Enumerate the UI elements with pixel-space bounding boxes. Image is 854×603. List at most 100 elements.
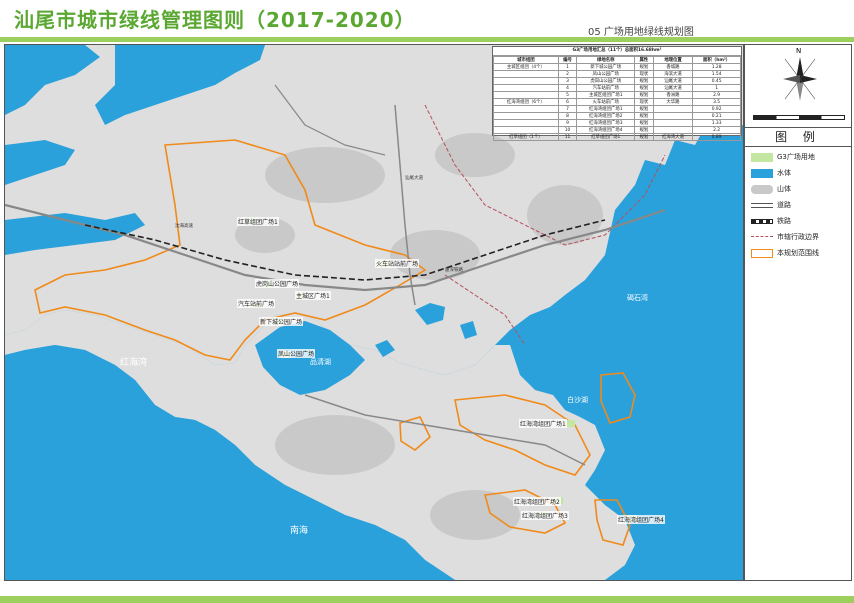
table-cell: 主城区组团广场1: [576, 91, 636, 99]
table-cell: 汕尾大道: [652, 77, 694, 85]
label-pinqing-lake: 品清湖: [310, 358, 331, 366]
legend-item-railway: 铁路: [751, 215, 791, 227]
plaza-label-11[interactable]: 红海湾组团广场4: [617, 515, 665, 524]
table-row: 8 红海湾组团广场2 规划 0.21: [493, 112, 741, 120]
table-cell: 0.89: [692, 133, 741, 141]
table-cell: 红海湾组团广场4: [576, 126, 636, 134]
th-location: 地理位置: [652, 56, 694, 64]
plaza-label-6[interactable]: 新下城公园广场: [259, 317, 304, 326]
scale-bar-icon: [753, 115, 845, 120]
table-title: G3广场用地汇总（11个）总面积16.68hm²: [493, 47, 741, 56]
table-row: 2 凤山公园广场 现状 海滨大道 1.54: [493, 70, 741, 78]
plaza-label-9[interactable]: 红海湾组团广场2: [513, 497, 561, 506]
table-cell: [493, 119, 559, 127]
table-cell: 规划: [634, 119, 654, 127]
table-row: 主城区组团（4个） 1 新下城公园广场 规划 香城路 1.28: [493, 63, 741, 71]
table-cell: 11: [557, 133, 578, 141]
th-name: 绿地名称: [576, 56, 636, 64]
compass-icon: [783, 57, 817, 101]
table-row: 3 虎岗山公园广场 规划 汕尾大道 0.45: [493, 77, 741, 85]
table-cell: 3.5: [692, 98, 741, 106]
table-cell: [493, 70, 559, 78]
table-cell: [493, 105, 559, 113]
plaza-label-7[interactable]: 凤山公园广场: [277, 349, 316, 358]
table-cell: 8: [557, 112, 578, 120]
road-label-shenhai: 沈海高速: [175, 224, 193, 229]
table-cell: 红海湾组团广场1: [576, 105, 636, 113]
table-cell: [493, 126, 559, 134]
table-cell: 主城区组团（4个）: [493, 63, 559, 71]
legend-label: 道路: [777, 201, 791, 209]
table-cell: 0.21: [692, 112, 741, 120]
legend-item-plaza: G3广场用地: [751, 151, 815, 163]
table-cell: 规划: [634, 63, 654, 71]
table-cell: 凤山公园广场: [576, 70, 636, 78]
legend-item-planning-scope: 本规划范围线: [751, 247, 819, 259]
red-dash-line-icon: [751, 236, 773, 238]
table-cell: [652, 126, 694, 134]
road-label-railway: 厦深铁路: [445, 268, 463, 273]
plaza-label-3[interactable]: 虎岗山公园广场: [255, 279, 300, 288]
plaza-label-1[interactable]: 红草组团广场1: [237, 217, 279, 226]
table-cell: 汕尾大道: [652, 84, 694, 92]
table-cell: 海滨大道: [652, 70, 694, 78]
legend-label: 本规划范围线: [777, 249, 819, 257]
legend-item-water: 水体: [751, 167, 791, 179]
gray-hill-icon: [751, 184, 773, 194]
table-cell: 大华路: [652, 98, 694, 106]
table-cell: 火车站前广场: [576, 98, 636, 106]
table-cell: 红草组团（1个）: [493, 133, 559, 141]
sheet-subtitle: 05 广场用地绿线规划图: [588, 27, 694, 38]
th-attr: 属性: [634, 56, 654, 64]
table-cell: 1.54: [692, 70, 741, 78]
header: 汕尾市城市绿线管理图则（2017-2020） 05 广场用地绿线规划图: [0, 0, 854, 38]
table-cell: 红海湾组团广场2: [576, 112, 636, 120]
green-fill-icon: [751, 152, 773, 162]
legend-label: 铁路: [777, 217, 791, 225]
plaza-label-8[interactable]: 红海湾组团广场1: [519, 419, 567, 428]
table-cell: 规划: [634, 105, 654, 113]
table-row: 5 主城区组团广场1 规划 香洲路 2.9: [493, 91, 741, 99]
table-cell: 红海湾组团广场3: [576, 119, 636, 127]
table-cell: 现状: [634, 98, 654, 106]
legend-item-mountain: 山体: [751, 183, 791, 195]
table-cell: [493, 84, 559, 92]
mountain-3: [527, 185, 603, 245]
table-cell: 规划: [634, 84, 654, 92]
table-cell: 2.2: [692, 126, 741, 134]
page-title: 汕尾市城市绿线管理图则（2017-2020）: [14, 8, 416, 32]
table-cell: 规划: [634, 112, 654, 120]
label-honghai-bay: 红海湾: [120, 358, 148, 368]
legend-panel: N 图 例 G3广场用地 水体 山体 道路 铁路 市辖行政边界 本规划范围线: [744, 44, 852, 581]
table-cell: [652, 119, 694, 127]
road-label-shanwei-ave: 汕尾大道: [405, 176, 423, 181]
table-cell: 0.45: [692, 77, 741, 85]
table-cell: 现状: [634, 70, 654, 78]
table-row: 9 红海湾组团广场3 规划 1.33: [493, 119, 741, 127]
legend-item-road: 道路: [751, 199, 791, 211]
table-cell: [493, 112, 559, 120]
mountain-5: [275, 415, 395, 475]
plaza-label-5[interactable]: 汽车站前广场: [237, 299, 276, 308]
table-cell: 红草组团广场1: [576, 133, 636, 141]
table-cell: 规划: [634, 91, 654, 99]
table-cell: 9: [557, 119, 578, 127]
table-cell: [493, 91, 559, 99]
table-cell: 1: [692, 84, 741, 92]
table-cell: 0.92: [692, 105, 741, 113]
table-cell: 规划: [634, 126, 654, 134]
table-cell: 1.28: [692, 63, 741, 71]
plaza-label-4[interactable]: 主城区广场1: [295, 291, 331, 300]
plaza-label-2[interactable]: 火车站站前广场: [375, 259, 420, 268]
plaza-label-10[interactable]: 红海湾组团广场3: [521, 511, 569, 520]
table-row: 7 红海湾组团广场1 规划 0.92: [493, 105, 741, 113]
table-cell: 7: [557, 105, 578, 113]
table-cell: [652, 112, 694, 120]
legend-label: 山体: [777, 185, 791, 193]
table-cell: 2: [557, 70, 578, 78]
legend-heading: 图 例: [745, 127, 851, 147]
th-group: 城市组团: [493, 56, 559, 64]
label-baisha-lake: 白沙湖: [567, 396, 588, 404]
table-cell: 香洲路: [652, 91, 694, 99]
legend-label: 市辖行政边界: [777, 233, 819, 241]
